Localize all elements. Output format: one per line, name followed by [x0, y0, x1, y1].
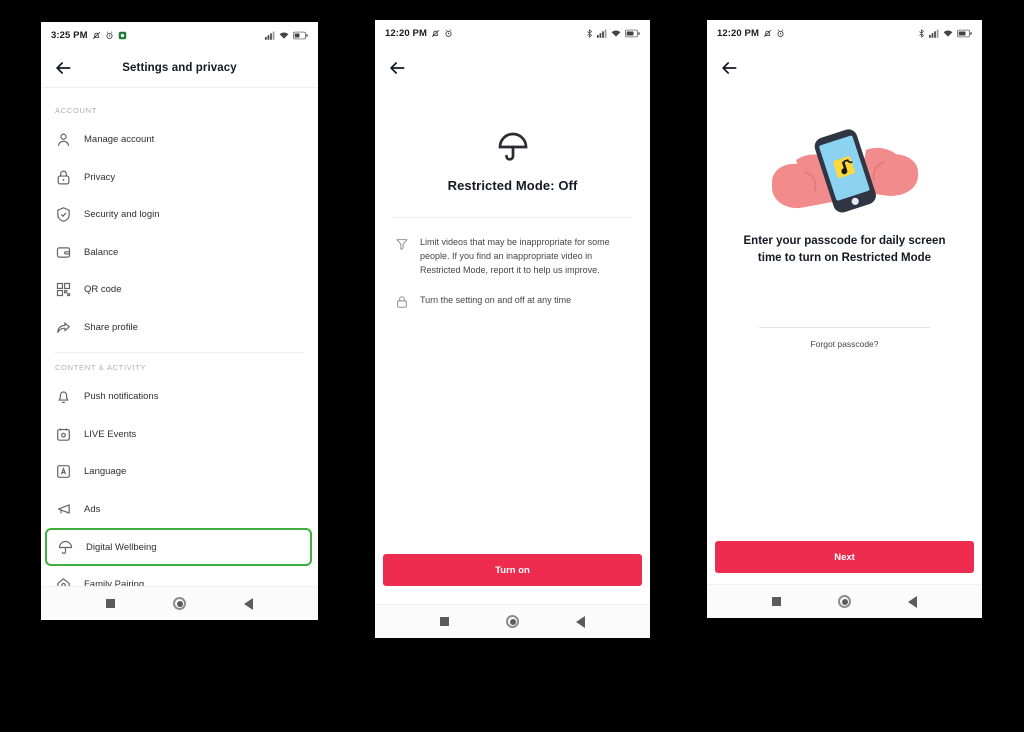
- passcode-input[interactable]: [759, 306, 930, 329]
- restricted-mode-points: Limit videos that may be inappropriate f…: [375, 218, 650, 309]
- sidebar-item-balance[interactable]: Balance: [41, 234, 318, 272]
- battery-icon: [957, 29, 972, 38]
- page-title: Settings and privacy: [122, 61, 237, 74]
- sidebar-item-label: Privacy: [84, 171, 116, 183]
- sidebar-item-label: Digital Wellbeing: [86, 541, 157, 553]
- alarm-clock-icon: [105, 30, 114, 40]
- section-label-account: ACCOUNT: [55, 106, 97, 115]
- bell-icon: [55, 388, 72, 405]
- phone-screen-settings-privacy: 3:25 PM Settings and privacy ACCOUNT Man…: [41, 22, 318, 620]
- sidebar-item-digital-wellbeing[interactable]: Digital Wellbeing: [45, 528, 312, 566]
- passcode-title: Enter your passcode for daily screen tim…: [743, 235, 946, 264]
- home-circle-icon[interactable]: [505, 615, 519, 628]
- restricted-mode-title: Restricted Mode: Off: [447, 178, 578, 193]
- sidebar-item-push-notifications[interactable]: Push notifications: [41, 378, 318, 416]
- recents-square-icon[interactable]: [439, 617, 449, 626]
- sidebar-item-manage-account[interactable]: Manage account: [41, 121, 318, 159]
- sidebar-item-label: LIVE Events: [84, 428, 137, 440]
- back-triangle-icon[interactable]: [908, 595, 918, 608]
- sidebar-item-security-and-login[interactable]: Security and login: [41, 196, 318, 234]
- alarm-silent-icon: [763, 29, 772, 38]
- status-bar: 12:20 PM: [375, 20, 650, 46]
- android-nav-bar: [41, 586, 318, 620]
- list-item: Turn the setting on and off at any time: [395, 294, 630, 309]
- screenshot-stage: 3:25 PM Settings and privacy ACCOUNT Man…: [0, 0, 1024, 732]
- lock-icon: [55, 169, 72, 186]
- live-calendar-icon: [55, 426, 72, 443]
- wifi-icon: [279, 31, 289, 40]
- battery-icon: [293, 31, 308, 40]
- cellular-signal-icon: [265, 31, 275, 40]
- header-settings: Settings and privacy: [41, 48, 318, 88]
- bluetooth-icon: [586, 28, 593, 38]
- alarm-clock-icon: [444, 28, 453, 38]
- back-triangle-icon[interactable]: [576, 615, 586, 628]
- recents-square-icon[interactable]: [106, 599, 115, 608]
- back-arrow-icon[interactable]: [53, 58, 73, 78]
- status-bar-time: 12:20 PM: [717, 27, 759, 39]
- turn-on-button[interactable]: Turn on: [383, 554, 642, 586]
- header-restricted: [375, 46, 650, 90]
- settings-list: ACCOUNT Manage account Privacy Security …: [41, 88, 318, 604]
- status-bar-time: 12:20 PM: [385, 27, 427, 39]
- sidebar-item-label: Balance: [84, 246, 119, 258]
- battery-icon: [625, 29, 640, 38]
- sidebar-item-privacy[interactable]: Privacy: [41, 159, 318, 197]
- alarm-silent-icon: [431, 29, 440, 38]
- sidebar-item-qr-code[interactable]: QR code: [41, 271, 318, 309]
- wifi-icon: [943, 29, 953, 38]
- list-item: Limit videos that may be inappropriate f…: [395, 236, 630, 278]
- status-bar-time: 3:25 PM: [51, 29, 88, 41]
- shield-check-icon: [55, 206, 72, 223]
- qr-code-icon: [55, 281, 72, 298]
- point-text: Limit videos that may be inappropriate f…: [420, 237, 610, 275]
- sidebar-item-live-events[interactable]: LIVE Events: [41, 416, 318, 454]
- app-badge-icon: [118, 31, 127, 40]
- hands-holding-phone-illustration: [770, 120, 920, 215]
- section-label-content-activity: CONTENT & ACTIVITY: [55, 363, 147, 372]
- home-circle-icon[interactable]: [837, 595, 851, 608]
- cellular-signal-icon: [929, 29, 939, 38]
- sidebar-item-language[interactable]: Language: [41, 453, 318, 491]
- alarm-clock-icon: [776, 28, 785, 38]
- phone-screen-passcode: 12:20 PM Enter your passcode for daily s…: [707, 20, 982, 618]
- sidebar-item-ads[interactable]: Ads: [41, 491, 318, 529]
- home-circle-icon[interactable]: [173, 597, 186, 610]
- status-bar: 12:20 PM: [707, 20, 982, 46]
- sidebar-item-label: Share profile: [84, 321, 138, 333]
- bluetooth-icon: [918, 28, 925, 38]
- sidebar-item-label: Ads: [84, 503, 101, 515]
- android-nav-bar: [375, 604, 650, 638]
- next-button[interactable]: Next: [715, 541, 974, 573]
- sidebar-item-label: QR code: [84, 284, 122, 296]
- restricted-mode-body: Restricted Mode: Off Limit videos that m…: [375, 90, 650, 309]
- sidebar-item-label: Manage account: [84, 134, 155, 146]
- wallet-icon: [55, 244, 72, 261]
- sidebar-item-label: Security and login: [84, 209, 160, 221]
- header-passcode: [707, 46, 982, 90]
- lock-icon: [395, 295, 409, 309]
- sidebar-item-share-profile[interactable]: Share profile: [41, 309, 318, 347]
- share-arrow-icon: [55, 319, 72, 336]
- back-triangle-icon[interactable]: [244, 597, 253, 610]
- back-arrow-icon[interactable]: [719, 58, 739, 78]
- alarm-silent-icon: [92, 31, 101, 40]
- status-bar: 3:25 PM: [41, 22, 318, 48]
- sidebar-item-label: Push notifications: [84, 391, 159, 403]
- cellular-signal-icon: [597, 29, 607, 38]
- forgot-passcode-link[interactable]: Forgot passcode?: [707, 339, 982, 349]
- recents-square-icon[interactable]: [771, 597, 781, 606]
- sidebar-item-label: Language: [84, 466, 127, 478]
- point-text: Turn the setting on and off at any time: [420, 294, 572, 305]
- person-icon: [55, 131, 72, 148]
- megaphone-icon: [55, 501, 72, 518]
- phone-screen-restricted-mode: 12:20 PM Restricted Mode: Off Limit vide…: [375, 20, 650, 638]
- back-arrow-icon[interactable]: [387, 58, 407, 78]
- android-nav-bar: [707, 584, 982, 618]
- umbrella-icon: [496, 130, 530, 164]
- language-a-icon: [55, 463, 72, 480]
- wifi-icon: [611, 29, 621, 38]
- umbrella-icon: [57, 539, 74, 556]
- filter-funnel-icon: [395, 237, 409, 251]
